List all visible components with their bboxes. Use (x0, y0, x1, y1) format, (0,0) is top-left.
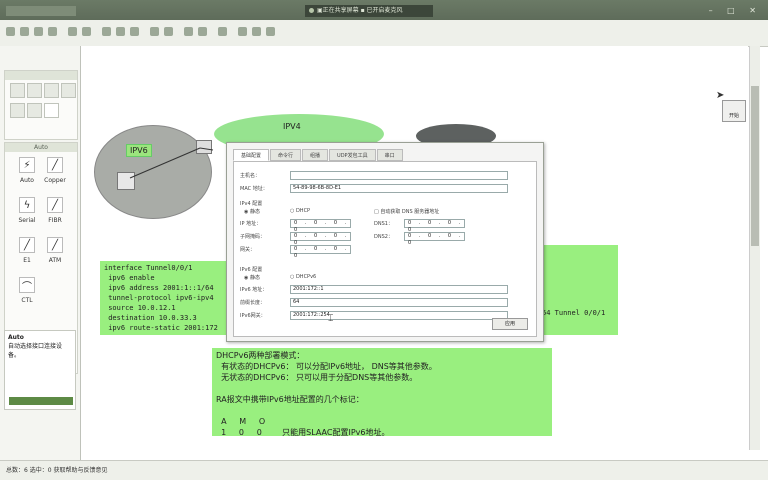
tab-cli[interactable]: 命令行 (270, 149, 302, 161)
tab-udp[interactable]: UDP发包工具 (329, 149, 376, 161)
prefix-input[interactable]: 64 (290, 298, 508, 307)
scrollbar-thumb[interactable] (751, 86, 759, 246)
ipv6-addr-label: IPv6 地址： (240, 287, 268, 293)
vertical-scrollbar[interactable] (749, 46, 760, 450)
ipv4-dhcp-radio[interactable]: ○ DHCP (290, 208, 310, 214)
auto-title: Auto (8, 334, 24, 341)
status-bar: 总数：6 选中：0 获取帮助与反馈意见 (0, 460, 768, 480)
pc-config-dialog: 基础配置 命令行 组播 UDP发包工具 串口 主机名： MAC 地址： 54-8… (226, 142, 544, 342)
capture-icon[interactable] (218, 27, 227, 36)
link-lines (129, 147, 214, 179)
mac-label: MAC 地址： (240, 186, 268, 192)
app-logo (6, 6, 76, 16)
gateway-label: 网关： (240, 247, 256, 253)
router-icon[interactable] (10, 83, 25, 98)
redo-icon[interactable] (82, 27, 91, 36)
cloud-icon[interactable] (27, 103, 42, 118)
text-icon[interactable] (150, 27, 159, 36)
move-icon[interactable] (116, 27, 125, 36)
atm-icon: ╱ (47, 237, 63, 253)
save-icon[interactable] (34, 27, 43, 36)
config-note-left[interactable]: interface Tunnel0/0/1 ipv6 enable ipv6 a… (100, 261, 230, 335)
console-icon: ⌒ (19, 277, 35, 293)
dialog-body: 主机名： MAC 地址： 54-89-98-6B-8D-E1 IPv4 配置 ◉… (233, 161, 537, 337)
ipv6-section-label: IPv6 配置 (240, 267, 263, 273)
dhcpv6-note[interactable]: DHCPv6两种部署模式： 有状态的DHCPv6： 可以分配IPv6地址， DN… (212, 348, 552, 436)
tab-serial[interactable]: 串口 (376, 149, 403, 161)
window-controls[interactable]: – □ ✕ (709, 6, 762, 15)
screen-share-indicator[interactable]: ▣正在共享屏幕 ▪ 已开启麦克风 (305, 5, 433, 17)
text-cursor-icon: ⌶ (328, 314, 334, 324)
dns1-label: DNS1： (374, 221, 393, 227)
ipv4-label[interactable]: IPV4 (283, 122, 301, 131)
stop-device-icon[interactable] (198, 27, 207, 36)
print-icon[interactable] (48, 27, 57, 36)
start-box[interactable]: 开始 (722, 100, 746, 122)
topology-icon[interactable] (238, 27, 247, 36)
pc-icon[interactable] (10, 103, 25, 118)
toolbar (0, 20, 768, 47)
select-icon[interactable] (102, 27, 111, 36)
device-panel: Auto ⚡ Auto ╱ Copper ϟ Serial ╱ FIBR ╱ E1 ╱ AT… (0, 46, 81, 460)
section-header: Auto (5, 143, 77, 152)
share-icon (309, 8, 314, 13)
ipv6-static-radio[interactable]: ◉ 静态 (244, 274, 260, 281)
status-bar-indicator (9, 397, 73, 405)
ipv6-dhcp-radio[interactable]: ○ DHCPv6 (290, 274, 316, 280)
wlan-icon[interactable] (44, 83, 59, 98)
auto-text: 自动选择接口连接设备。 (8, 343, 63, 359)
settings-icon[interactable] (252, 27, 261, 36)
help-icon[interactable] (266, 27, 275, 36)
switch-icon[interactable] (27, 83, 42, 98)
ip-input[interactable]: 0 . 0 . 0 . 0 (290, 219, 351, 233)
conn-fibr[interactable]: ╱ FIBR (33, 197, 77, 224)
mask-input[interactable]: 0 . 0 . 0 . 0 (290, 232, 351, 246)
firewall-icon[interactable] (61, 83, 76, 98)
config-note-right[interactable]: 64 Tunnel 0/0/1 (536, 245, 618, 335)
auto-description: Auto 自动选择接口连接设备。 (4, 330, 76, 410)
ip-label: IP 地址： (240, 221, 262, 227)
tab-basic[interactable]: 基础配置 (233, 149, 270, 161)
ipv6-addr-input[interactable]: 2001:172::1 (290, 285, 508, 294)
undo-icon[interactable] (68, 27, 77, 36)
auto-dns-checkbox[interactable]: □ 自动获取 DNS 服务器地址 (374, 208, 439, 215)
dialog-tabs: 基础配置 命令行 组播 UDP发包工具 串口 (233, 149, 404, 161)
gateway-input[interactable]: 0 . 0 . 0 . 0 (290, 245, 351, 259)
dns2-input[interactable]: 0 . 0 . 0 . 0 (404, 232, 465, 246)
conn-copper[interactable]: ╱ Copper (33, 157, 77, 184)
straight-cable-icon: ╱ (47, 157, 63, 173)
new-icon[interactable] (6, 27, 15, 36)
host-input[interactable] (290, 171, 508, 180)
ipv4-section-label: IPv4 配置 (240, 201, 263, 207)
section-header (5, 71, 77, 80)
conn-atm[interactable]: ╱ ATM (33, 237, 77, 264)
tab-multicast[interactable]: 组播 (302, 149, 329, 161)
device-category-section (4, 70, 78, 140)
ipv6-gateway-input[interactable]: 2001:172::254 (290, 311, 508, 320)
ipv6-gateway-label: IPv6网关： (240, 313, 266, 319)
apply-button[interactable]: 应用 (492, 318, 528, 330)
ipv4-static-radio[interactable]: ◉ 静态 (244, 208, 260, 215)
dns1-input[interactable]: 0 . 0 . 0 . 0 (404, 219, 465, 233)
dns2-label: DNS2： (374, 234, 393, 240)
prefix-label: 前缀长度： (240, 300, 266, 306)
delete-icon[interactable] (130, 27, 139, 36)
conn-ctl[interactable]: ⌒ CTL (5, 277, 49, 304)
start-device-icon[interactable] (184, 27, 193, 36)
shape-icon[interactable] (164, 27, 173, 36)
mask-label: 子网掩码： (240, 234, 266, 240)
mouse-cursor-icon: ➤ (716, 90, 725, 101)
fiber-icon: ╱ (47, 197, 63, 213)
open-icon[interactable] (20, 27, 29, 36)
host-label: 主机名： (240, 173, 261, 179)
mac-input[interactable]: 54-89-98-6B-8D-E1 (290, 184, 508, 193)
connection-icon[interactable] (44, 103, 59, 118)
